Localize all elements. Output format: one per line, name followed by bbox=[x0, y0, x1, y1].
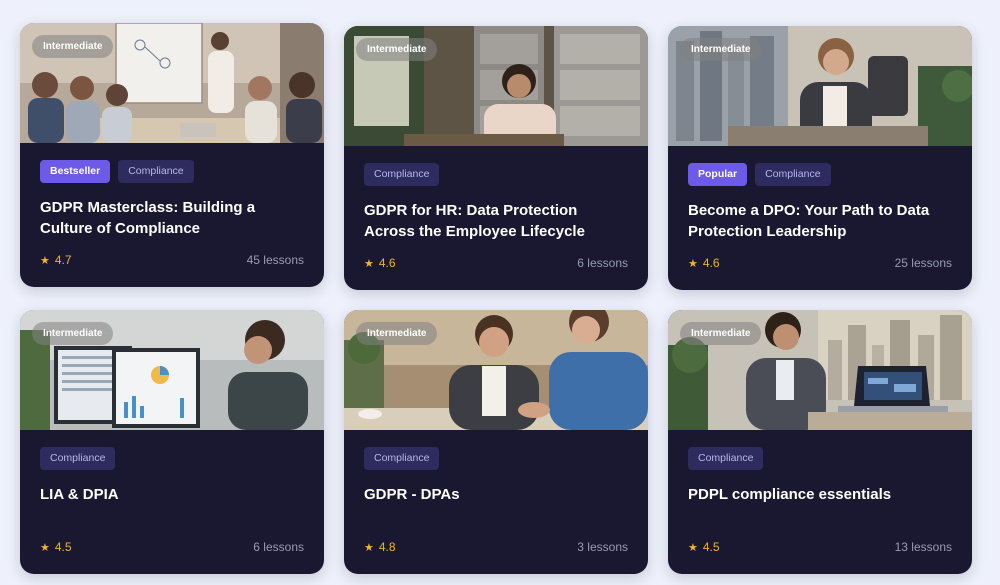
rating: ★ 4.6 bbox=[364, 256, 396, 270]
star-icon: ★ bbox=[40, 541, 50, 554]
tag-row: Compliance bbox=[688, 447, 952, 470]
card-body: Popular Compliance Become a DPO: Your Pa… bbox=[688, 163, 952, 290]
tag-row: Compliance bbox=[364, 447, 628, 470]
rating: ★ 4.6 bbox=[688, 256, 720, 270]
course-card[interactable]: Intermediate Compliance GDPR - DPAs ★ 4.8… bbox=[344, 310, 648, 574]
star-icon: ★ bbox=[688, 541, 698, 554]
course-thumbnail: Intermediate bbox=[668, 26, 972, 146]
course-title[interactable]: GDPR - DPAs bbox=[364, 484, 628, 505]
course-grid: Intermediate Bestseller Compliance GDPR … bbox=[0, 0, 1000, 585]
course-title[interactable]: LIA & DPIA bbox=[40, 484, 304, 505]
rating-value: 4.5 bbox=[702, 540, 720, 554]
category-tag: Compliance bbox=[688, 447, 764, 470]
level-badge: Intermediate bbox=[356, 322, 438, 345]
bestseller-tag: Bestseller bbox=[40, 160, 111, 183]
star-icon: ★ bbox=[364, 541, 374, 554]
course-thumbnail: Intermediate bbox=[344, 310, 648, 430]
popular-tag: Popular bbox=[688, 163, 748, 186]
course-title[interactable]: PDPL compliance essentials bbox=[688, 484, 952, 505]
lesson-count: 25 lessons bbox=[894, 256, 952, 270]
course-card[interactable]: Intermediate Compliance GDPR for HR: Dat… bbox=[344, 26, 648, 290]
rating: ★ 4.8 bbox=[364, 540, 396, 554]
course-thumbnail: Intermediate bbox=[344, 26, 648, 146]
course-card[interactable]: Intermediate Compliance PDPL compliance … bbox=[668, 310, 972, 574]
course-card[interactable]: Intermediate Bestseller Compliance GDPR … bbox=[20, 23, 324, 287]
rating: ★ 4.5 bbox=[40, 540, 72, 554]
level-badge: Intermediate bbox=[680, 322, 762, 345]
card-body: Compliance GDPR - DPAs bbox=[364, 447, 628, 574]
card-footer: ★ 4.5 13 lessons bbox=[688, 540, 952, 554]
lesson-count: 13 lessons bbox=[894, 540, 952, 554]
course-title[interactable]: GDPR Masterclass: Building a Culture of … bbox=[40, 197, 304, 239]
level-badge: Intermediate bbox=[32, 322, 114, 345]
card-body: Compliance LIA & DPIA bbox=[40, 447, 304, 574]
lesson-count: 45 lessons bbox=[246, 253, 304, 267]
level-badge: Intermediate bbox=[680, 38, 762, 61]
card-body: Compliance PDPL compliance essentials bbox=[688, 447, 952, 574]
lesson-count: 3 lessons bbox=[577, 540, 628, 554]
category-tag: Compliance bbox=[40, 447, 116, 470]
lesson-count: 6 lessons bbox=[577, 256, 628, 270]
level-badge: Intermediate bbox=[356, 38, 438, 61]
rating: ★ 4.5 bbox=[688, 540, 720, 554]
category-tag: Compliance bbox=[118, 160, 194, 183]
rating-value: 4.7 bbox=[54, 253, 72, 267]
course-thumbnail: Intermediate bbox=[20, 310, 324, 430]
card-body: Compliance GDPR for HR: Data Protection … bbox=[364, 163, 628, 290]
course-title[interactable]: Become a DPO: Your Path to Data Protecti… bbox=[688, 200, 952, 242]
course-thumbnail: Intermediate bbox=[20, 23, 324, 143]
star-icon: ★ bbox=[40, 254, 50, 267]
tag-row: Compliance bbox=[364, 163, 628, 186]
tag-row: Popular Compliance bbox=[688, 163, 952, 186]
card-footer: ★ 4.7 45 lessons bbox=[40, 253, 304, 267]
rating: ★ 4.7 bbox=[40, 253, 72, 267]
tag-row: Bestseller Compliance bbox=[40, 160, 304, 183]
card-footer: ★ 4.5 6 lessons bbox=[40, 540, 304, 554]
card-footer: ★ 4.8 3 lessons bbox=[364, 540, 628, 554]
card-footer-area: ★ 4.7 45 lessons bbox=[40, 247, 304, 287]
course-card[interactable]: Intermediate Compliance LIA & DPIA ★ 4.5 … bbox=[20, 310, 324, 574]
rating-value: 4.6 bbox=[378, 256, 396, 270]
level-badge: Intermediate bbox=[32, 35, 114, 58]
tag-row: Compliance bbox=[40, 447, 304, 470]
category-tag: Compliance bbox=[364, 447, 440, 470]
star-icon: ★ bbox=[364, 257, 374, 270]
category-tag: Compliance bbox=[364, 163, 440, 186]
card-footer: ★ 4.6 25 lessons bbox=[688, 256, 952, 270]
star-icon: ★ bbox=[688, 257, 698, 270]
course-thumbnail: Intermediate bbox=[668, 310, 972, 430]
rating-value: 4.8 bbox=[378, 540, 396, 554]
category-tag: Compliance bbox=[755, 163, 831, 186]
card-footer: ★ 4.6 6 lessons bbox=[364, 256, 628, 270]
course-title[interactable]: GDPR for HR: Data Protection Across the … bbox=[364, 200, 628, 242]
rating-value: 4.6 bbox=[702, 256, 720, 270]
course-card[interactable]: Intermediate Popular Compliance Become a… bbox=[668, 26, 972, 290]
rating-value: 4.5 bbox=[54, 540, 72, 554]
lesson-count: 6 lessons bbox=[253, 540, 304, 554]
